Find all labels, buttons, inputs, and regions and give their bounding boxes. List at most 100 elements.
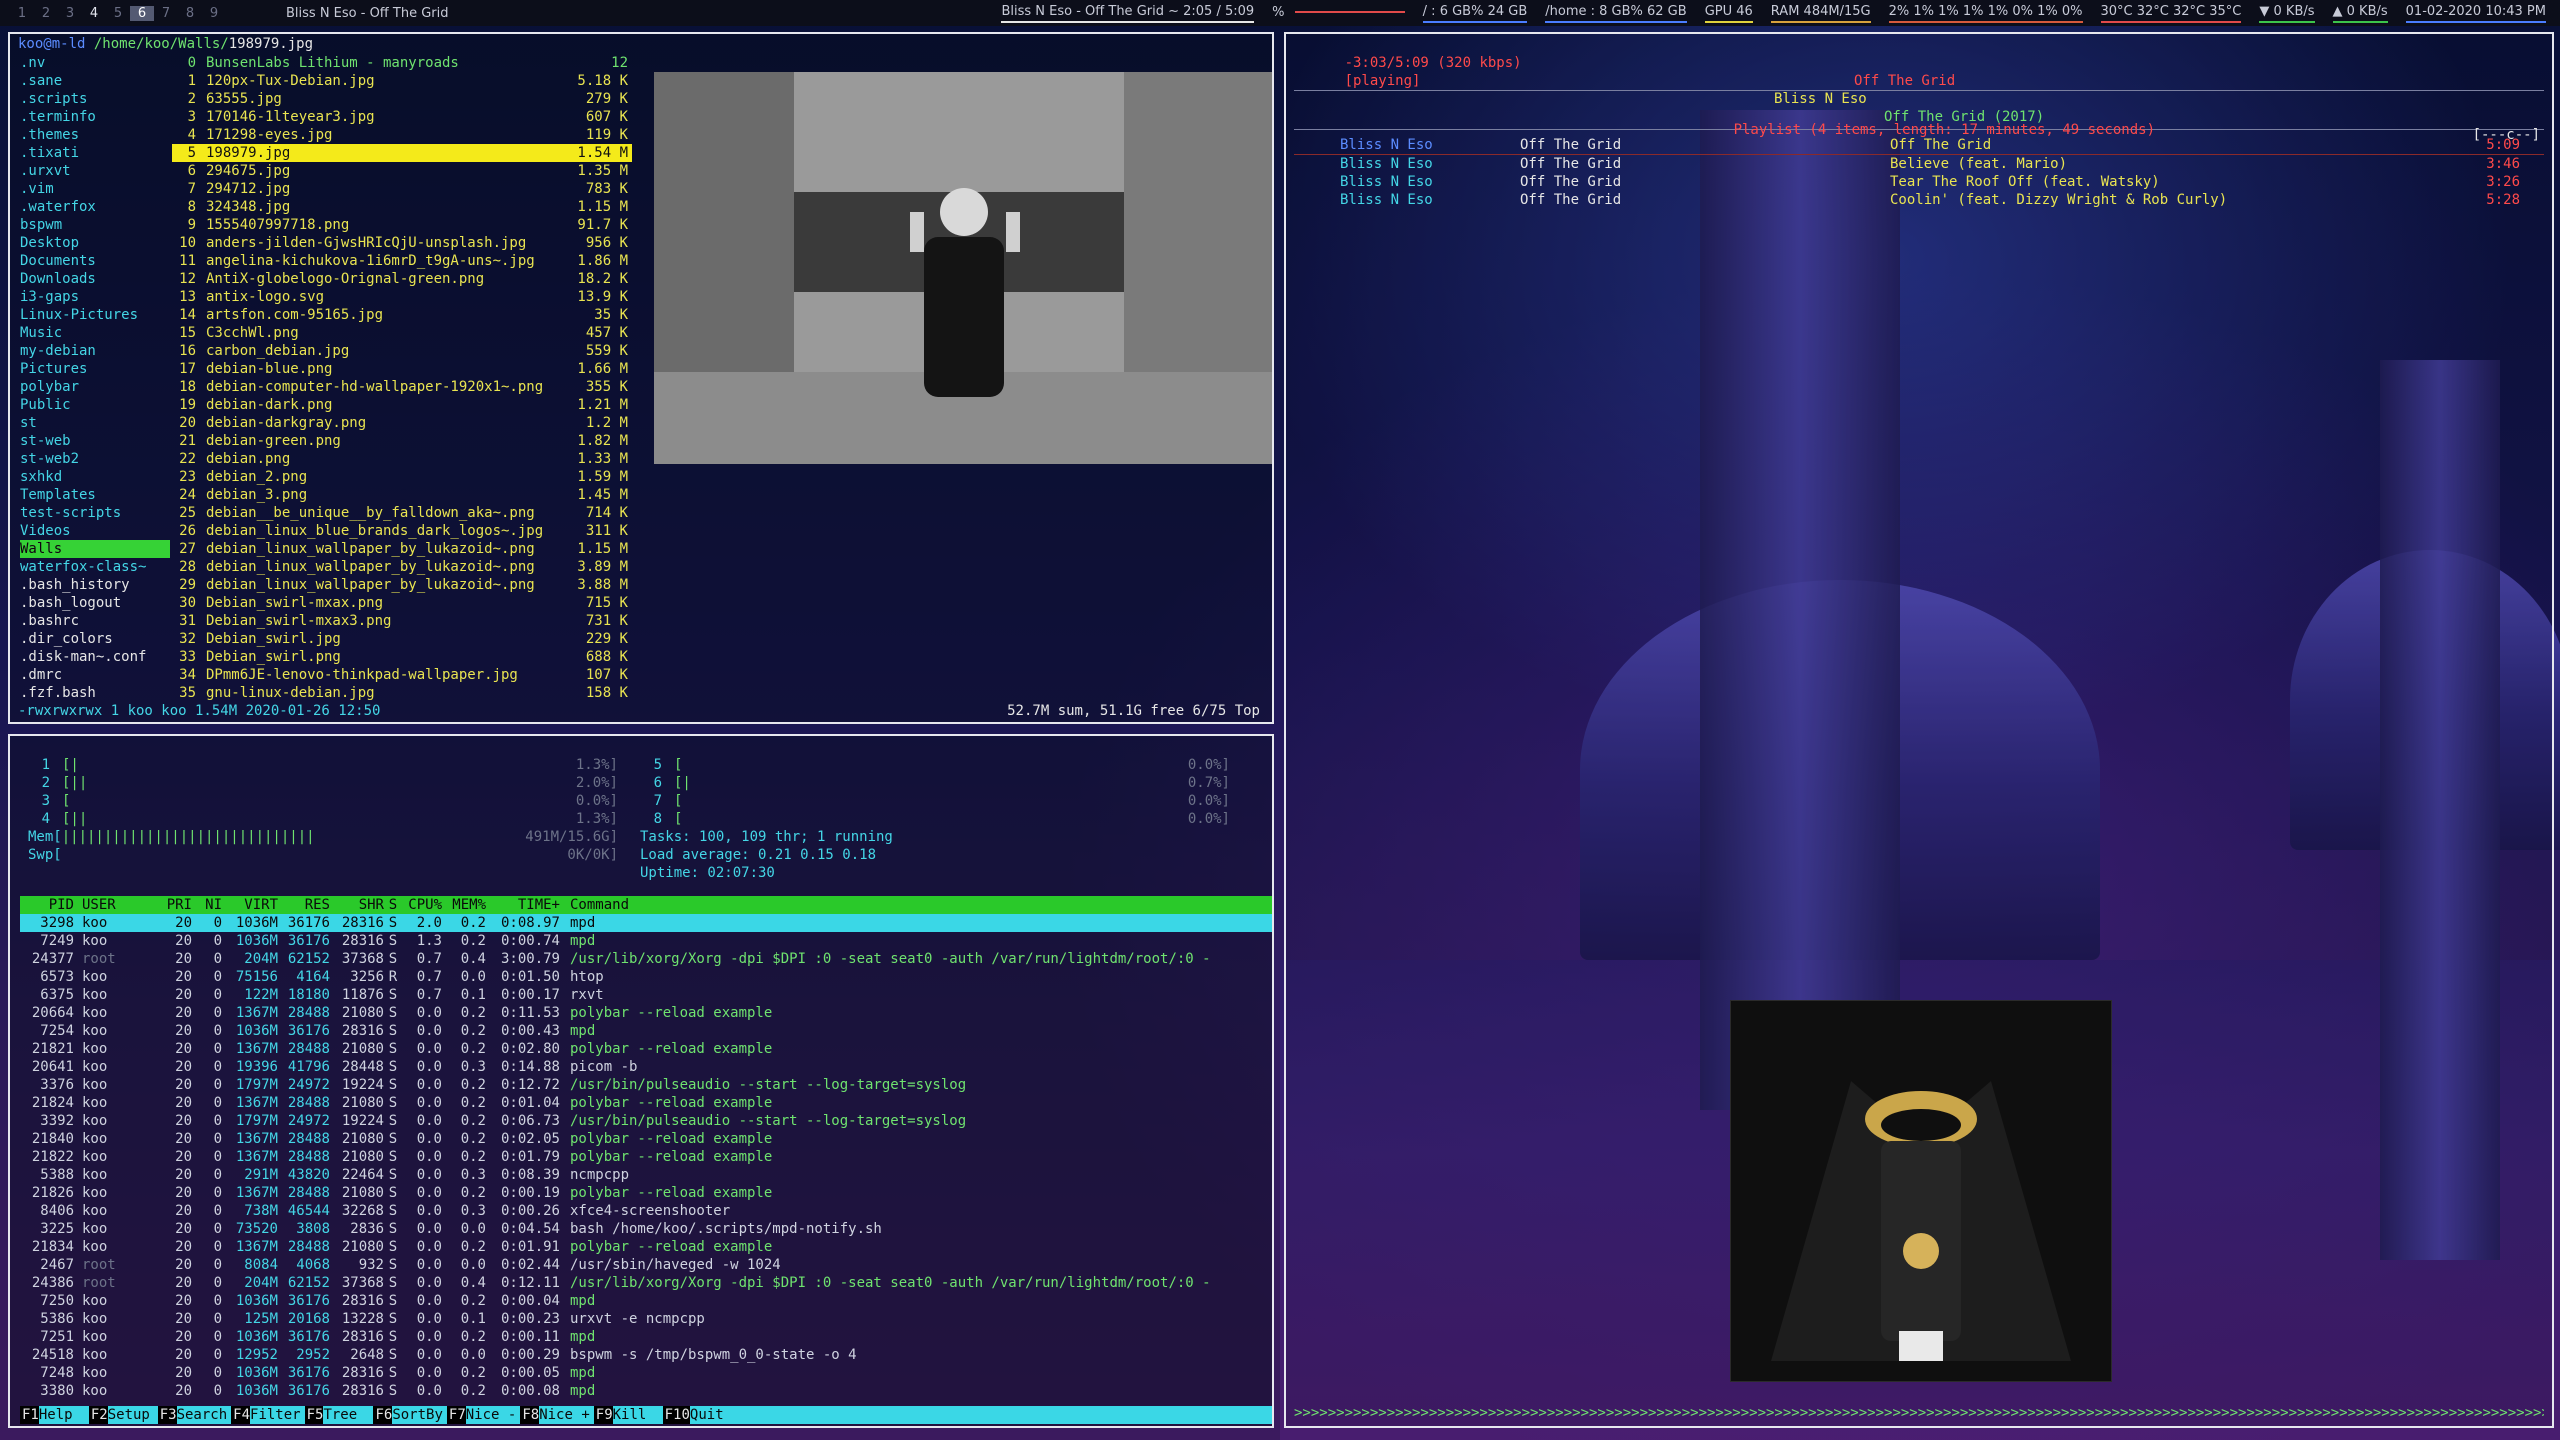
file-row[interactable]: 35 gnu-linux-debian.jpg 158 K: [172, 684, 632, 702]
file-row[interactable]: 20 debian-darkgray.png 1.2 M: [172, 414, 632, 432]
playlist-item[interactable]: Bliss N Eso Off The Grid Off The Grid 5:09: [1294, 136, 2544, 155]
column-header[interactable]: PID: [20, 896, 74, 914]
file-row[interactable]: 8 324348.jpg 1.15 M: [172, 198, 632, 216]
file-row[interactable]: 14 artsfon.com-95165.jpg 35 K: [172, 306, 632, 324]
htop-window[interactable]: 1 [| 1.3%] 2 [|| 2.0%] 3[0.0%] 4 [|| 1.3%] Mem[|||…: [8, 734, 1274, 1428]
workspace-4[interactable]: 4: [82, 6, 106, 21]
ranger-file-list[interactable]: 0 BunsenLabs Lithium - manyroads 12 1 120px-…: [172, 54, 632, 702]
file-row[interactable]: 33 Debian_swirl.png 688 K: [172, 648, 632, 666]
process-row[interactable]: 21826 koo 20 0 1367M 28488 21080 S 0.0 0.2 0:00.19…: [20, 1184, 1272, 1202]
function-key-sortby[interactable]: F6 SortBy: [373, 1406, 447, 1424]
htop-process-list[interactable]: 3298 koo 20 0 1036M 36176 28316 S 2.0 0.2 0:08.97 m…: [20, 914, 1272, 1400]
function-key-nice[interactable]: F7 Nice -: [446, 1406, 521, 1424]
parent-dir-item[interactable]: Walls: [20, 540, 170, 558]
parent-dir-item[interactable]: .nv: [20, 54, 170, 72]
now-playing[interactable]: Bliss N Eso - Off The Grid ~ 2:05 / 5:09: [1001, 4, 1255, 23]
function-key-setup[interactable]: F2 Setup: [88, 1406, 158, 1424]
parent-dir-item[interactable]: .dmrc: [20, 666, 170, 684]
process-row[interactable]: 5386 koo 20 0 125M 20168 13228 S 0.0 0.1 0:00.23 ur…: [20, 1310, 1272, 1328]
volume[interactable]: %: [1272, 5, 1405, 22]
parent-dir-item[interactable]: .fzf.bash: [20, 684, 170, 702]
process-row[interactable]: 7251 koo 20 0 1036M 36176 28316 S 0.0 0.2 0:00.11 m…: [20, 1328, 1272, 1346]
playlist-item[interactable]: Bliss N Eso Off The Grid Believe (feat. Ma…: [1294, 155, 2544, 173]
process-row[interactable]: 8406 koo 20 0 738M 46544 32268 S 0.0 0.3 0:00.26 xf…: [20, 1202, 1272, 1220]
process-row[interactable]: 6375 koo 20 0 122M 18180 11876 S 0.7 0.1 0:00.17 rx…: [20, 986, 1272, 1004]
parent-dir-item[interactable]: Documents: [20, 252, 170, 270]
ranger-parent-column[interactable]: .nv .sane .scripts .terminfo .themes .tixati.…: [20, 54, 170, 702]
parent-dir-item[interactable]: st-web: [20, 432, 170, 450]
column-header[interactable]: VIRT: [222, 896, 278, 914]
parent-dir-item[interactable]: st: [20, 414, 170, 432]
parent-dir-item[interactable]: st-web2: [20, 450, 170, 468]
parent-dir-item[interactable]: .sane: [20, 72, 170, 90]
process-row[interactable]: 21840 koo 20 0 1367M 28488 21080 S 0.0 0.2 0:02.05…: [20, 1130, 1272, 1148]
parent-dir-item[interactable]: bspwm: [20, 216, 170, 234]
workspace-2[interactable]: 2: [34, 6, 58, 21]
parent-dir-item[interactable]: .disk-man~.conf: [20, 648, 170, 666]
function-key-tree[interactable]: F5 Tree: [304, 1406, 374, 1424]
process-row[interactable]: 21824 koo 20 0 1367M 28488 21080 S 0.0 0.2 0:01.04…: [20, 1094, 1272, 1112]
file-row[interactable]: 19 debian-dark.png 1.21 M: [172, 396, 632, 414]
column-header[interactable]: RES: [278, 896, 330, 914]
file-row[interactable]: 10 anders-jilden-GjwsHRIcQjU-unsplash.jpg…: [172, 234, 632, 252]
workspace-9[interactable]: 9: [202, 6, 226, 21]
file-row[interactable]: 22 debian.png 1.33 M: [172, 450, 632, 468]
parent-dir-item[interactable]: Pictures: [20, 360, 170, 378]
process-row[interactable]: 7248 koo 20 0 1036M 36176 28316 S 0.0 0.2 0:00.05 m…: [20, 1364, 1272, 1382]
process-row[interactable]: 24518 koo 20 0 12952 2952 2648 S 0.0 0.0 0:00.29 bs…: [20, 1346, 1272, 1364]
column-header[interactable]: SHR: [330, 896, 384, 914]
parent-dir-item[interactable]: .vim: [20, 180, 170, 198]
column-header[interactable]: TIME+: [486, 896, 560, 914]
process-row[interactable]: 24386 root 20 0 204M 62152 37368 S 0.0 0.4 0:12.11…: [20, 1274, 1272, 1292]
workspace-3[interactable]: 3: [58, 6, 82, 21]
column-header[interactable]: Command: [560, 896, 1272, 914]
file-row[interactable]: 13 antix-logo.svg 13.9 K: [172, 288, 632, 306]
parent-dir-item[interactable]: sxhkd: [20, 468, 170, 486]
file-row[interactable]: 9 1555407997718.png 91.7 K: [172, 216, 632, 234]
file-row[interactable]: 16 carbon_debian.jpg 559 K: [172, 342, 632, 360]
function-key-filter[interactable]: F4 Filter: [231, 1406, 305, 1424]
parent-dir-item[interactable]: .dir_colors: [20, 630, 170, 648]
column-header[interactable]: S: [384, 896, 402, 914]
file-row[interactable]: 23 debian_2.png 1.59 M: [172, 468, 632, 486]
function-key-help[interactable]: F1 Help: [20, 1406, 89, 1424]
file-row[interactable]: 6 294675.jpg 1.35 M: [172, 162, 632, 180]
process-row[interactable]: 21822 koo 20 0 1367M 28488 21080 S 0.0 0.2 0:01.79…: [20, 1148, 1272, 1166]
parent-dir-item[interactable]: .terminfo: [20, 108, 170, 126]
process-row[interactable]: 3392 koo 20 0 1797M 24972 19224 S 0.0 0.2 0:06.73 /…: [20, 1112, 1272, 1130]
playlist-item[interactable]: Bliss N Eso Off The Grid Coolin' (feat. Di…: [1294, 191, 2544, 209]
file-row[interactable]: 18 debian-computer-hd-wallpaper-1920x1~.p…: [172, 378, 632, 396]
file-row[interactable]: 34 DPmm6JE-lenovo-thinkpad-wallpaper.jpg 1…: [172, 666, 632, 684]
column-header[interactable]: USER: [74, 896, 152, 914]
file-row[interactable]: 21 debian-green.png 1.82 M: [172, 432, 632, 450]
parent-dir-item[interactable]: Desktop: [20, 234, 170, 252]
workspace-6[interactable]: 6: [130, 5, 154, 21]
file-row[interactable]: 25 debian__be_unique__by_falldown_aka~.pn…: [172, 504, 632, 522]
parent-dir-item[interactable]: .bash_history: [20, 576, 170, 594]
file-row[interactable]: 24 debian_3.png 1.45 M: [172, 486, 632, 504]
parent-dir-item[interactable]: .urxvt: [20, 162, 170, 180]
parent-dir-item[interactable]: i3-gaps: [20, 288, 170, 306]
column-header[interactable]: MEM%: [442, 896, 486, 914]
column-header[interactable]: NI: [192, 896, 222, 914]
parent-dir-item[interactable]: .bashrc: [20, 612, 170, 630]
function-key-kill[interactable]: F9 Kill: [593, 1406, 663, 1424]
process-row[interactable]: 21834 koo 20 0 1367M 28488 21080 S 0.0 0.2 0:01.91…: [20, 1238, 1272, 1256]
process-row[interactable]: 24377 root 20 0 204M 62152 37368 S 0.7 0.4 3:00.79…: [20, 950, 1272, 968]
file-row[interactable]: 30 Debian_swirl-mxax.png 715 K: [172, 594, 632, 612]
ranger-window[interactable]: koo@m-ld /home/koo/Walls/198979.jpg .nv.…: [8, 32, 1274, 724]
file-row[interactable]: 2 63555.jpg 279 K: [172, 90, 632, 108]
function-key-nice[interactable]: F8 Nice +: [520, 1406, 594, 1424]
file-row[interactable]: 1 120px-Tux-Debian.jpg 5.18 K: [172, 72, 632, 90]
file-row[interactable]: 28 debian_linux_wallpaper_by_lukazoid~.pn…: [172, 558, 632, 576]
workspace-5[interactable]: 5: [106, 6, 130, 21]
file-row[interactable]: 29 debian_linux_wallpaper_by_lukazoid~.pn…: [172, 576, 632, 594]
process-row[interactable]: 3225 koo 20 0 73520 3808 2836 S 0.0 0.0 0:04.54 bas…: [20, 1220, 1272, 1238]
parent-dir-item[interactable]: waterfox-class~: [20, 558, 170, 576]
playlist-item[interactable]: Bliss N Eso Off The Grid Tear The Roof Off…: [1294, 173, 2544, 191]
file-row[interactable]: 15 C3cchWl.png 457 K: [172, 324, 632, 342]
playback-progress[interactable]: >>>>>>>>>>>>>>>>>>>>>>>>>>>>>>>>>>>>>>>>…: [1294, 1404, 2544, 1422]
workspace-1[interactable]: 1: [10, 6, 34, 21]
workspace-8[interactable]: 8: [178, 6, 202, 21]
process-row[interactable]: 7250 koo 20 0 1036M 36176 28316 S 0.0 0.2 0:00.04 m…: [20, 1292, 1272, 1310]
